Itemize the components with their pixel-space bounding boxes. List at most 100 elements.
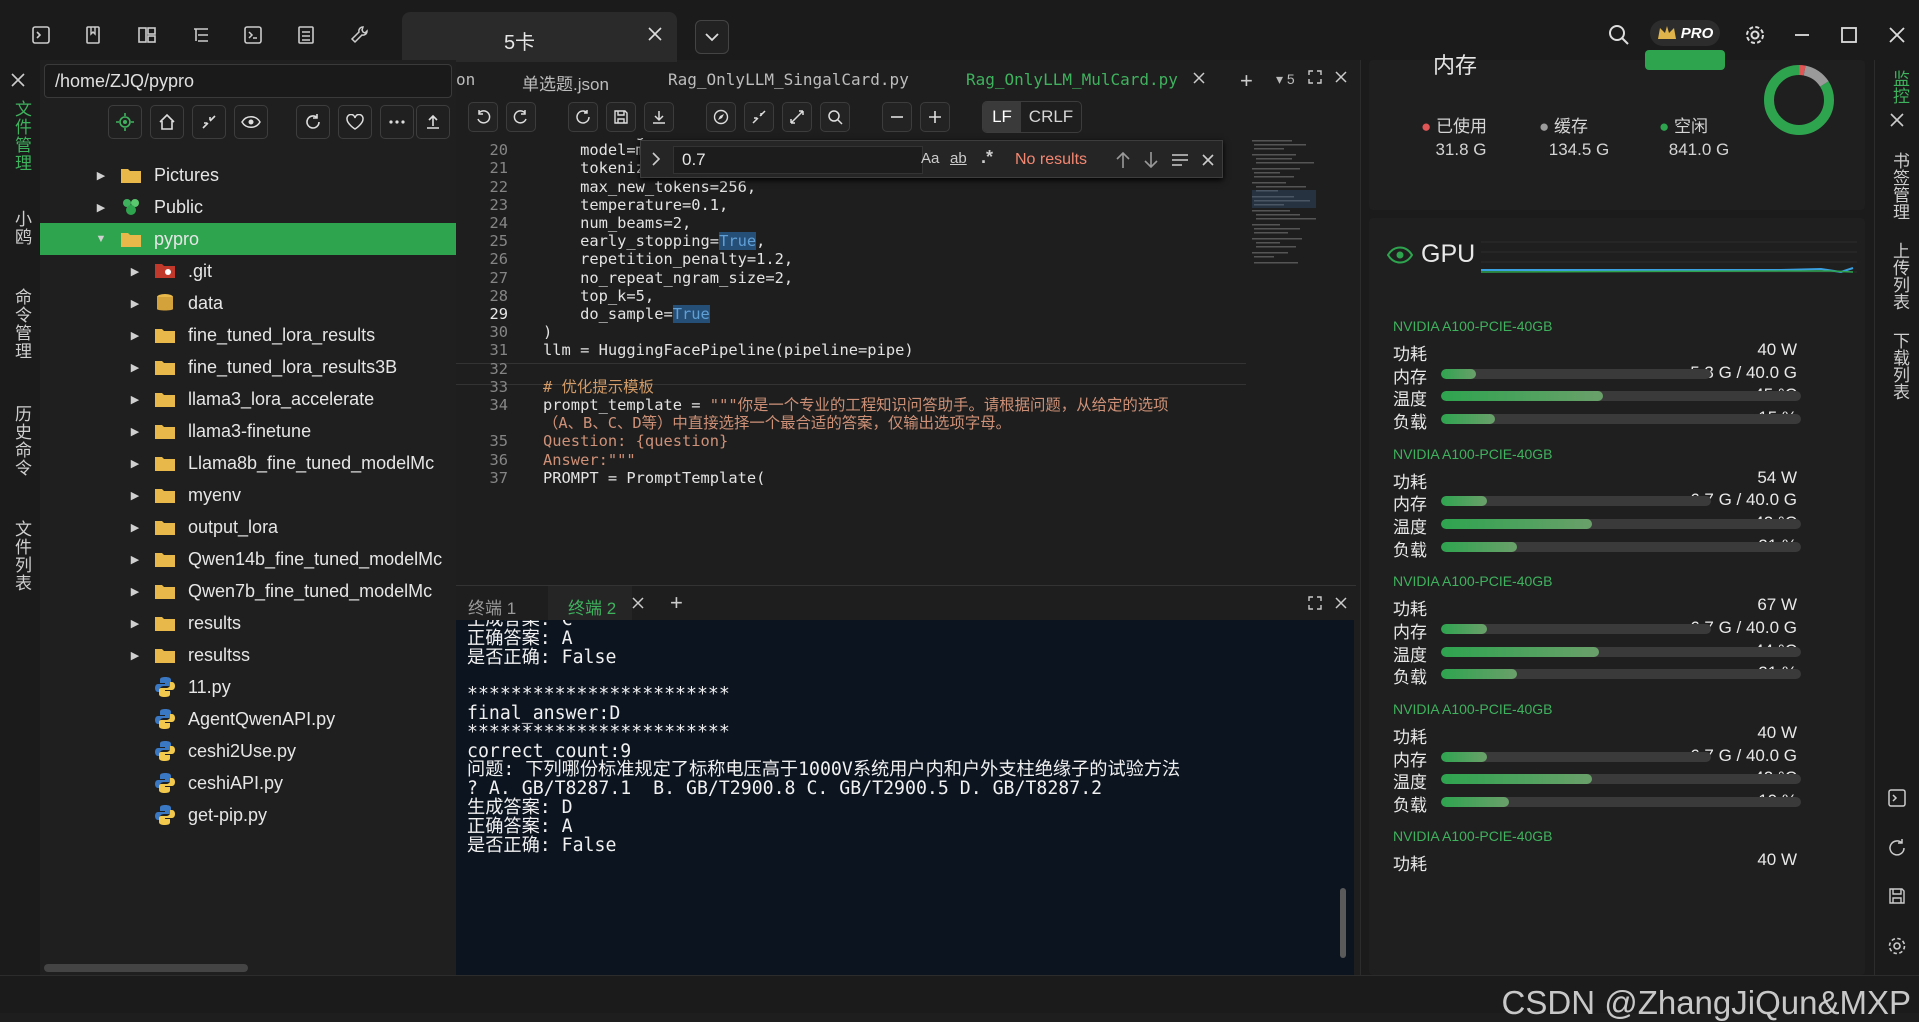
undo-icon[interactable] [468,102,498,132]
crlf-button[interactable]: CRLF [1021,102,1081,132]
file-item[interactable]: 11.py [40,671,456,703]
chevron-right-icon[interactable]: ▶ [126,393,144,406]
settings-icon[interactable] [1738,18,1772,52]
reload-icon[interactable] [568,102,598,132]
favorite-icon[interactable] [338,105,372,139]
horizontal-scrollbar[interactable] [44,964,248,972]
expand-icon[interactable] [782,102,812,132]
terminal-output[interactable]: 生成答案: C正确答案: A是否正确: False***************… [456,620,1354,975]
tab-file-manager[interactable]: 文件管理 [6,100,34,172]
find-in-selection-icon[interactable] [1171,153,1189,167]
terminal-tab-close-icon[interactable] [632,597,644,609]
folder-item[interactable]: ▶ myenv [40,479,456,511]
file-item[interactable]: AgentQwenAPI.py [40,703,456,735]
zoom-out-icon[interactable] [882,102,912,132]
home-icon[interactable] [150,105,184,139]
tab-command-history[interactable]: 历史命令 [6,405,34,477]
search-icon[interactable] [1602,18,1636,52]
session-tab[interactable]: 5卡 [402,12,677,62]
folder-item[interactable]: ▶ fine_tuned_lora_results3B [40,351,456,383]
close-find-icon[interactable] [1201,153,1215,167]
tab-close-icon[interactable] [1192,71,1206,85]
collapse-icon[interactable] [192,105,226,139]
maximize-icon[interactable] [1832,18,1866,52]
close-icon[interactable] [647,26,663,42]
chevron-down-icon[interactable]: ▼ [92,233,110,245]
folder-item[interactable]: ▶ fine_tuned_lora_results [40,319,456,351]
chevron-right-icon[interactable]: ▶ [92,201,110,214]
eye-icon[interactable] [234,105,268,139]
match-case-toggle[interactable]: Aa [921,150,939,167]
tab-count[interactable]: ▾ 5 [1276,71,1295,88]
refresh-icon[interactable] [296,105,330,139]
compass-icon[interactable] [706,102,736,132]
tab-mulcard[interactable]: Rag_OnlyLLM_MulCard.py [966,70,1178,89]
new-terminal-icon[interactable]: + [670,590,683,616]
find-input[interactable]: 0.7 [673,146,923,174]
tab-upload-list[interactable]: 上传列表 [1884,242,1912,310]
minimap[interactable] [1250,138,1330,318]
chevron-right-icon[interactable]: ▶ [126,649,144,662]
chevron-right-icon[interactable]: ▶ [126,489,144,502]
redo-icon[interactable] [506,102,536,132]
chevron-right-icon[interactable]: ▶ [126,617,144,630]
wrench-icon[interactable] [346,22,372,48]
chevron-right-icon[interactable]: ▶ [126,425,144,438]
more-icon[interactable] [380,105,414,139]
tab-list-dropdown[interactable] [695,20,729,54]
folder-item[interactable]: ▶ llama3-finetune [40,415,456,447]
chevron-right-icon[interactable]: ▶ [126,297,144,310]
code-editor[interactable]: 19 "text-g20 model=m21 tokenizer=tokeniz… [456,138,1246,578]
chevron-right-icon[interactable]: ▶ [126,265,144,278]
tab-download-list[interactable]: 下载列表 [1884,332,1912,400]
zoom-in-icon[interactable] [920,102,950,132]
new-tab-icon[interactable]: + [1240,68,1253,94]
close-editor-icon[interactable] [1334,70,1348,84]
console-icon[interactable] [240,22,266,48]
chevron-right-icon[interactable]: ▶ [126,585,144,598]
layout-icon[interactable] [134,22,160,48]
folder-item[interactable]: ▼ pypro [40,223,456,255]
tab-bookmarks[interactable]: 书签管理 [1884,152,1912,220]
chevron-right-icon[interactable] [651,152,661,166]
folder-item[interactable]: ▶ Llama8b_fine_tuned_modelMc [40,447,456,479]
save-icon[interactable] [1887,886,1907,906]
bookmark-icon[interactable] [80,22,106,48]
chevron-right-icon[interactable]: ▶ [126,329,144,342]
folder-item[interactable]: ▶ .git [40,255,456,287]
path-input[interactable]: /home/ZJQ/pypro [44,64,452,98]
shrink-icon[interactable] [744,102,774,132]
chevron-right-icon[interactable]: ▶ [126,553,144,566]
folder-item[interactable]: ▶ Public [40,191,456,223]
pro-badge[interactable]: PRO [1650,20,1720,46]
maximize-terminal-icon[interactable] [1308,596,1322,610]
download-icon[interactable] [644,102,674,132]
arrow-down-icon[interactable] [1143,151,1159,169]
close-right-panel-icon[interactable] [1889,112,1905,128]
tab-monitor[interactable]: 监控 [1884,70,1912,104]
chevron-right-icon[interactable]: ▶ [126,361,144,374]
folder-item[interactable]: ▶ Pictures [40,159,456,191]
chevron-right-icon[interactable]: ▶ [126,457,144,470]
folder-item[interactable]: ▶ resultss [40,639,456,671]
folder-item[interactable]: ▶ data [40,287,456,319]
tab-xiaoou[interactable]: 小鸥 [6,210,34,246]
minimize-icon[interactable] [1785,18,1819,52]
folder-item[interactable]: ▶ output_lora [40,511,456,543]
tree-icon[interactable] [188,22,214,48]
close-terminal-icon[interactable] [1334,596,1348,610]
arrow-up-icon[interactable] [1115,151,1131,169]
file-item[interactable]: ceshiAPI.py [40,767,456,799]
terminal-icon[interactable] [1887,788,1907,808]
lf-button[interactable]: LF [983,102,1021,132]
tab-singalcard[interactable]: Rag_OnlyLLM_SingalCard.py [668,70,909,89]
refresh-icon[interactable] [1887,838,1907,858]
terminal-scrollbar[interactable] [1340,888,1346,958]
maximize-editor-icon[interactable] [1308,70,1322,84]
whole-word-toggle[interactable]: ab [950,150,967,167]
file-item[interactable]: ceshi2Use.py [40,735,456,767]
window-close-icon[interactable] [1880,18,1914,52]
settings-icon[interactable] [1887,936,1907,956]
folder-item[interactable]: ▶ Qwen7b_fine_tuned_modelMc [40,575,456,607]
list-icon[interactable] [293,22,319,48]
